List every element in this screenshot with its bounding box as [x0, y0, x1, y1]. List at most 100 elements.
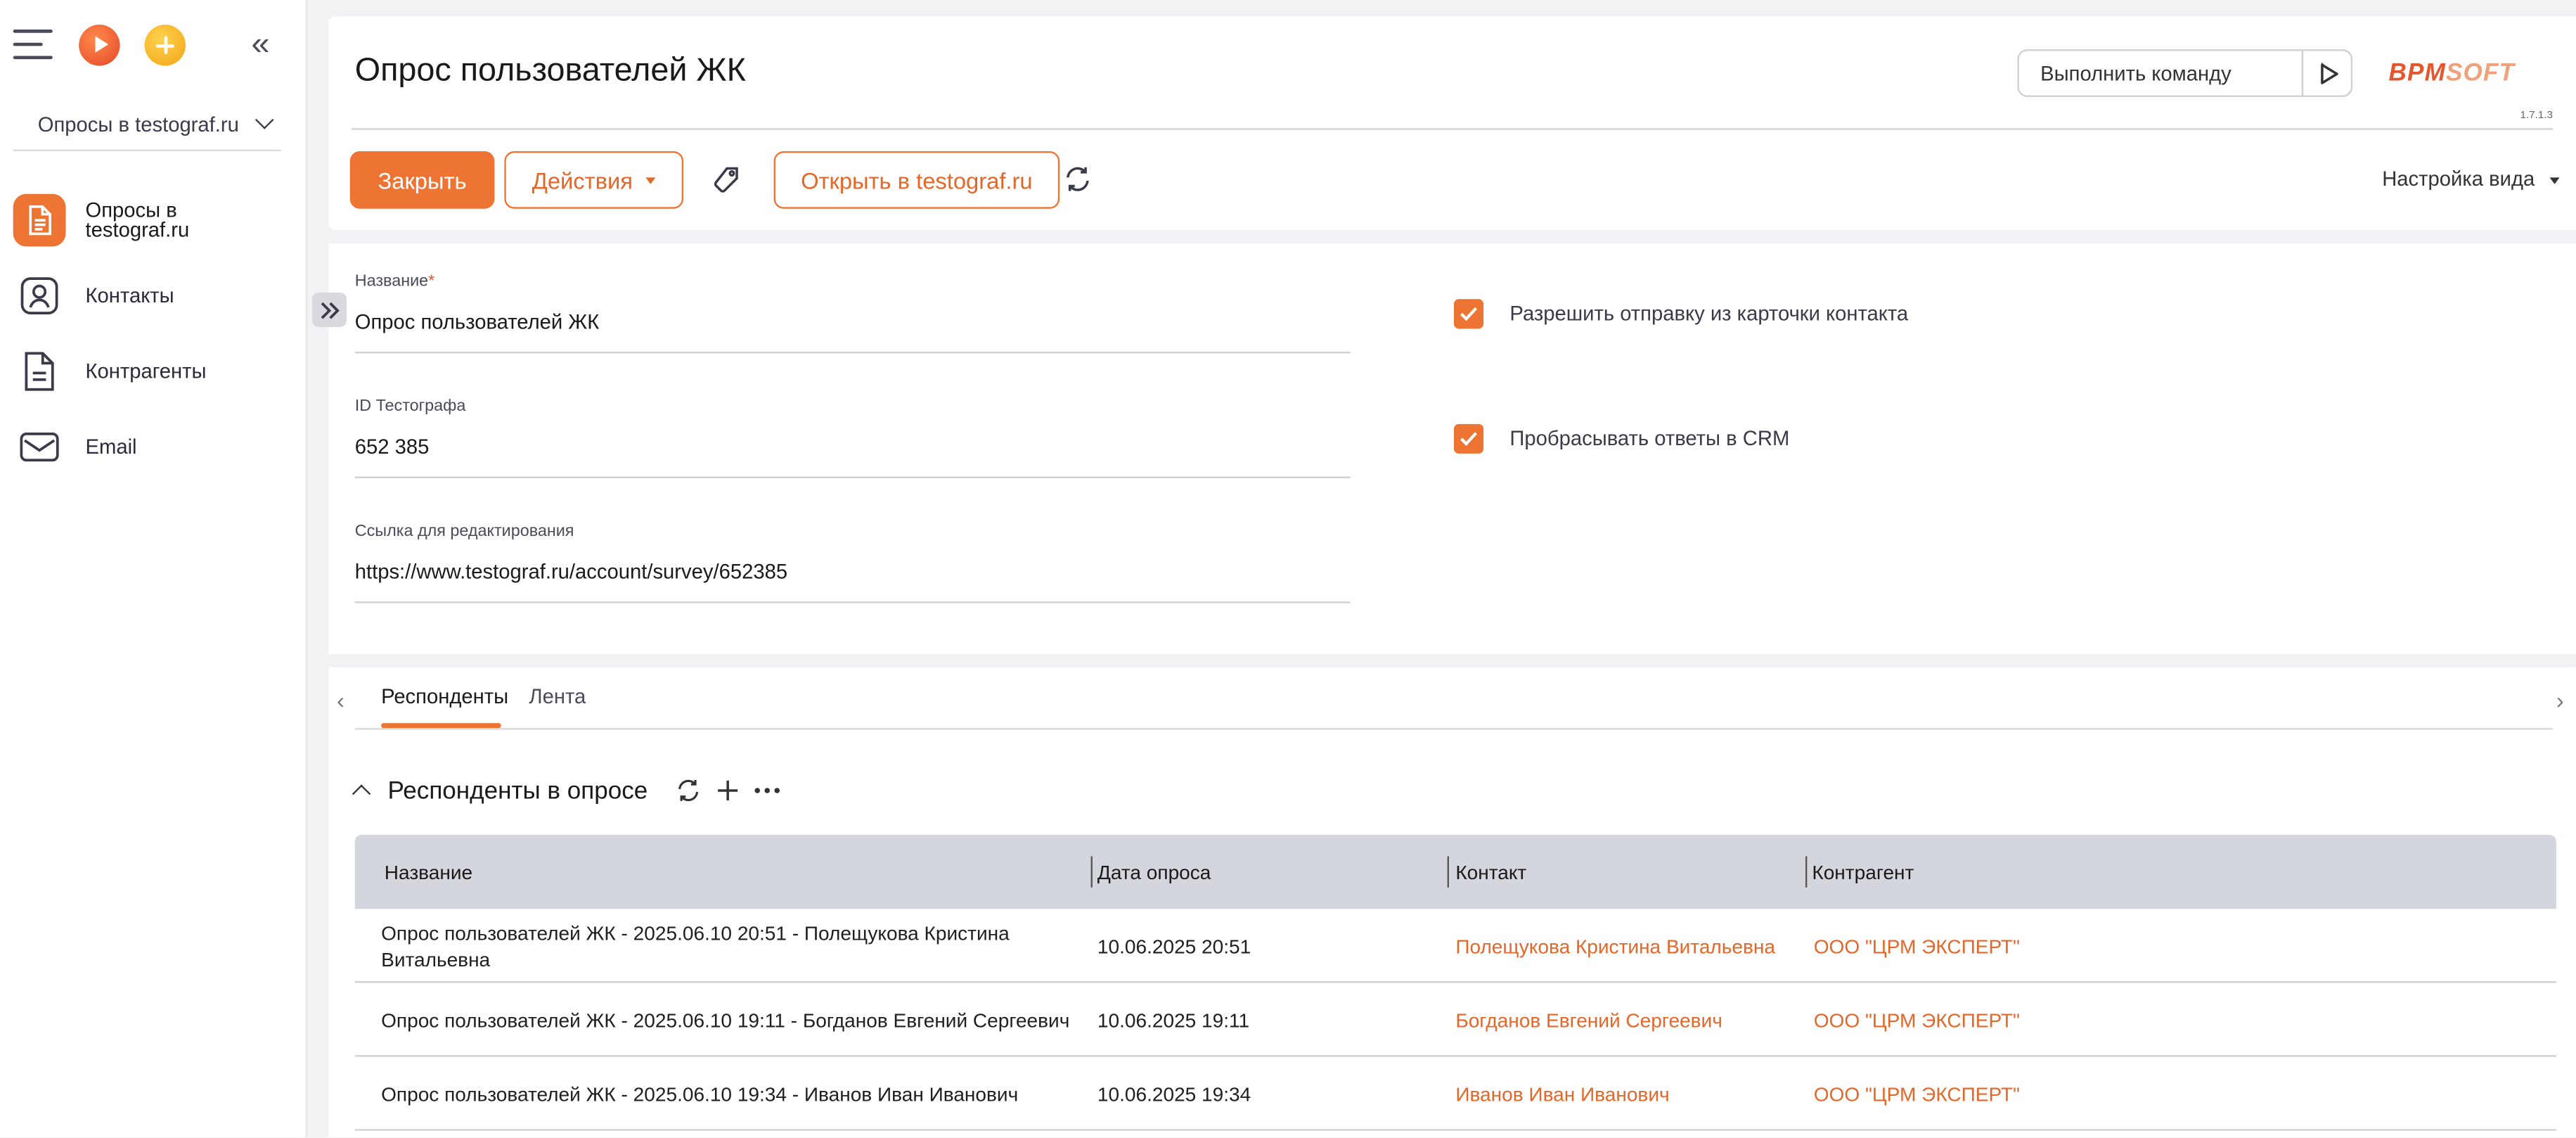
contact-icon — [13, 269, 66, 322]
view-settings-label: Настройка вида — [2382, 167, 2535, 191]
tab-feed[interactable]: Лента — [529, 685, 586, 708]
name-field: Название* Опрос пользователей ЖК — [354, 272, 1351, 354]
row-account-link[interactable]: ООО "ЦРМ ЭКСПЕРТ" — [1814, 1083, 2020, 1106]
column-separator[interactable] — [1447, 856, 1449, 888]
check-icon — [1460, 307, 1478, 321]
row-name: Опрос пользователей ЖК - 2025.06.10 20:5… — [381, 921, 1010, 945]
play-outline-icon — [2321, 63, 2338, 84]
detail-title: Респонденты в опросе — [387, 776, 648, 805]
sidebar-item-label: Email — [85, 435, 137, 459]
section-select[interactable]: Опросы в testograf.ru — [13, 98, 281, 151]
respondents-grid: Название Дата опроса Контакт Контрагент … — [354, 835, 2556, 1131]
column-header-date[interactable]: Дата опроса — [1097, 861, 1211, 884]
sidebar-item-label: Опросы в — [85, 198, 177, 222]
section-select-value: Опросы в testograf.ru — [37, 113, 239, 136]
allow-send-checkbox-row[interactable]: Разрешить отправку из карточки контакта — [1453, 299, 1909, 329]
header-divider — [352, 128, 2554, 130]
version-label: 1.7.1.3 — [2520, 110, 2553, 122]
column-header-account[interactable]: Контрагент — [1812, 861, 1914, 884]
detail-group-header: Респонденты в опросе — [352, 776, 783, 805]
row-contact-link[interactable]: Полещукова Кристина Витальевна — [1455, 935, 1775, 959]
name-input[interactable]: Опрос пользователей ЖК — [354, 311, 1351, 354]
header-panel: Опрос пользователей ЖК Выполнить команду… — [328, 16, 2576, 231]
forward-answers-label: Пробрасывать ответы в CRM — [1509, 427, 1790, 451]
forward-answers-checkbox-row[interactable]: Пробрасывать ответы в CRM — [1453, 423, 1790, 454]
allow-send-label: Разрешить отправку из карточки контакта — [1509, 302, 1909, 326]
edit-link-field: Ссылка для редактирования https://www.te… — [354, 523, 1351, 603]
row-contact-link[interactable]: Иванов Иван Иванович — [1455, 1083, 1669, 1106]
table-row[interactable]: Опрос пользователей ЖК - 2025.06.10 20:5… — [354, 909, 2556, 983]
actions-button-label: Действия — [532, 167, 633, 193]
more-options-icon[interactable] — [753, 776, 783, 805]
row-contact-link[interactable]: Богданов Евгений Сергеевич — [1455, 1009, 1722, 1032]
expand-panel-button[interactable] — [311, 292, 347, 328]
play-icon[interactable] — [79, 25, 120, 66]
tabs-scroll-right-icon[interactable]: › — [2556, 687, 2564, 713]
active-tab-indicator — [381, 723, 501, 729]
refresh-icon[interactable] — [674, 776, 704, 805]
table-row[interactable]: Опрос пользователей ЖК - 2025.06.10 19:1… — [354, 983, 2556, 1057]
column-separator[interactable] — [1805, 856, 1808, 888]
row-date: 10.06.2025 19:34 — [1097, 1082, 1251, 1106]
tag-icon[interactable] — [709, 165, 742, 205]
chevron-down-icon — [255, 110, 274, 129]
close-button[interactable]: Закрыть — [349, 151, 495, 209]
run-command-button[interactable] — [2301, 51, 2351, 96]
double-chevron-right-icon — [320, 301, 339, 319]
column-header-name[interactable]: Название — [385, 861, 472, 884]
sidebar-top-bar: « — [13, 20, 292, 72]
edit-link-label: Ссылка для редактирования — [354, 523, 574, 541]
sidebar-item-label: Контрагенты — [85, 359, 207, 383]
testograf-id-label: ID Тестографа — [354, 397, 466, 416]
document-icon — [13, 193, 66, 247]
chevron-up-icon[interactable] — [352, 784, 371, 803]
row-date: 10.06.2025 20:51 — [1097, 935, 1251, 959]
forward-answers-checkbox[interactable] — [1453, 423, 1484, 454]
sidebar-item-label: Контакты — [85, 284, 174, 307]
tabs-scroll-left-icon[interactable]: ‹ — [337, 687, 344, 713]
command-input-placeholder: Выполнить команду — [2040, 61, 2232, 85]
detail-panel: ‹ Респонденты Лента › Респонденты в опро… — [328, 667, 2576, 1137]
collapse-sidebar-icon[interactable]: « — [252, 28, 270, 61]
row-name: Витальевна — [381, 948, 491, 971]
column-header-contact[interactable]: Контакт — [1455, 861, 1526, 884]
envelope-icon — [13, 421, 66, 473]
testograf-id-field: ID Тестографа 652 385 — [354, 397, 1351, 478]
sidebar-item-accounts[interactable]: Контрагенты — [13, 342, 296, 401]
check-icon — [1460, 432, 1478, 446]
row-date: 10.06.2025 19:11 — [1097, 1009, 1250, 1032]
sidebar-item-contacts[interactable]: Контакты — [13, 267, 296, 326]
sidebar-item-surveys[interactable]: Опросы в testograf.ru — [13, 191, 296, 250]
view-settings-button[interactable]: Настройка вида — [2382, 167, 2561, 191]
tabs-divider — [354, 728, 2554, 730]
allow-send-checkbox[interactable] — [1453, 299, 1484, 329]
grid-header: Название Дата опроса Контакт Контрагент — [354, 835, 2556, 909]
name-field-label: Название — [354, 272, 429, 291]
form-panel: Название* Опрос пользователей ЖК ID Тест… — [328, 243, 2576, 655]
menu-icon[interactable] — [13, 30, 53, 60]
testograf-id-input[interactable]: 652 385 — [354, 435, 1351, 478]
sidebar-item-email[interactable]: Email — [13, 418, 296, 477]
caret-down-icon — [2550, 177, 2561, 184]
add-icon[interactable] — [144, 25, 186, 66]
row-name: Опрос пользователей ЖК - 2025.06.10 19:3… — [381, 1082, 1019, 1106]
sync-icon[interactable] — [1063, 165, 1093, 203]
table-row[interactable]: Опрос пользователей ЖК - 2025.06.10 19:3… — [354, 1056, 2556, 1131]
brand-logo: BPMSOFT — [2388, 59, 2516, 87]
edit-link-input[interactable]: https://www.testograf.ru/account/survey/… — [354, 561, 1351, 603]
row-name: Опрос пользователей ЖК - 2025.06.10 19:1… — [381, 1009, 1070, 1032]
sidebar: « Опросы в testograf.ru Опросы в testogr… — [0, 0, 307, 1137]
page-title: Опрос пользователей ЖК — [354, 52, 746, 89]
caret-down-icon — [645, 177, 656, 184]
sidebar-item-label: testograf.ru — [85, 218, 190, 242]
column-separator[interactable] — [1090, 856, 1093, 888]
actions-button[interactable]: Действия — [504, 151, 684, 209]
required-mark: * — [428, 272, 435, 291]
open-in-testograf-button[interactable]: Открыть в testograf.ru — [773, 151, 1060, 209]
add-record-icon[interactable] — [714, 776, 743, 805]
file-icon — [13, 345, 66, 398]
tab-respondents[interactable]: Респонденты — [381, 685, 508, 708]
row-account-link[interactable]: ООО "ЦРМ ЭКСПЕРТ" — [1814, 1009, 2020, 1032]
command-input[interactable]: Выполнить команду — [2017, 49, 2353, 97]
row-account-link[interactable]: ООО "ЦРМ ЭКСПЕРТ" — [1814, 935, 2020, 959]
